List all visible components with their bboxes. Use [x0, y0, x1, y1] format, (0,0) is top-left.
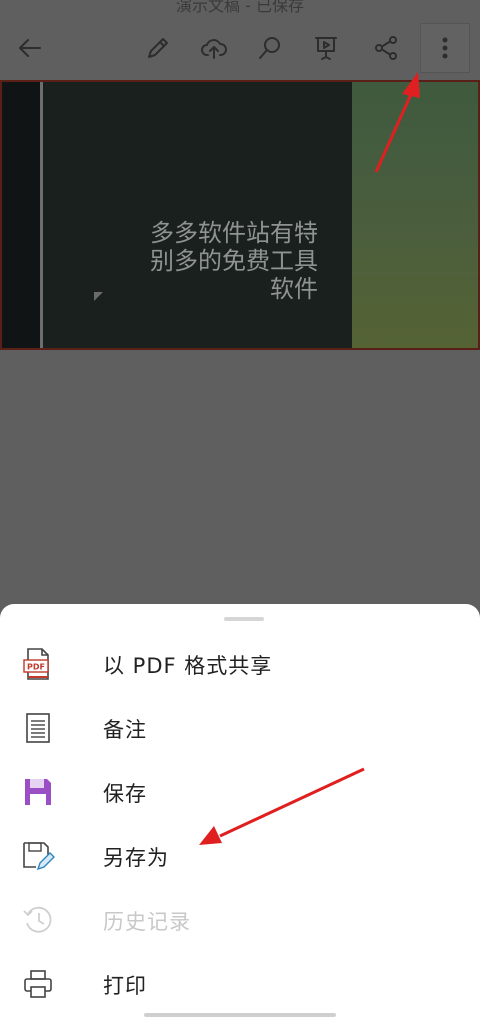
menu-item-label: 以 PDF 格式共享 [103, 654, 273, 678]
svg-text:PDF: PDF [27, 663, 45, 672]
pencil-icon [148, 38, 168, 58]
save-as-icon [20, 838, 56, 874]
share-button[interactable] [364, 26, 408, 70]
history-icon [20, 902, 56, 938]
present-button[interactable] [304, 26, 348, 70]
search-icon [259, 37, 280, 59]
slide-corner-mark [94, 292, 103, 301]
menu-item-label: 打印 [103, 974, 147, 998]
back-button[interactable] [8, 26, 52, 70]
document-title: 演示文稿 - 已保存 [176, 0, 304, 15]
menu-item-notes[interactable]: 备注 [0, 696, 480, 760]
upload-button[interactable] [192, 26, 236, 70]
menu-item-save[interactable]: 保存 [0, 760, 480, 824]
sheet-drag-handle[interactable] [224, 617, 264, 621]
notes-icon [20, 710, 56, 746]
menu-item-save-as[interactable]: 另存为 [0, 824, 480, 888]
edit-button[interactable] [136, 26, 180, 70]
menu-item-print[interactable]: 打印 [0, 952, 480, 1016]
menu-item-label: 另存为 [103, 846, 169, 870]
menu-item-label: 历史记录 [103, 910, 191, 934]
search-button[interactable] [248, 26, 292, 70]
slide-text-line-1: 多多软件站有特 [150, 219, 318, 247]
arrow-left-icon [19, 39, 41, 57]
bottom-sheet-menu: PDF 以 PDF 格式共享 备注 保存 另存为 历史记录 打印 [0, 604, 480, 1019]
slide-green-panel [352, 82, 478, 348]
save-icon [20, 774, 56, 810]
menu-item-label: 备注 [103, 718, 147, 742]
slide-text-line-3: 软件 [270, 275, 318, 303]
more-options-button[interactable] [420, 23, 470, 73]
menu-item-share-pdf[interactable]: PDF 以 PDF 格式共享 [0, 632, 480, 696]
slide-text: 多多软件站有特 别多的免费工具 软件 [122, 219, 318, 303]
slide-left-strip [2, 82, 40, 348]
share-icon [375, 36, 397, 60]
more-vertical-icon [442, 37, 448, 59]
menu-item-label: 保存 [103, 782, 147, 806]
menu-item-history: 历史记录 [0, 888, 480, 952]
slide-text-line-2: 别多的免费工具 [150, 247, 318, 275]
system-nav-handle[interactable] [144, 1013, 336, 1017]
slide-thumbnail[interactable]: 多多软件站有特 别多的免费工具 软件 [0, 80, 480, 350]
pdf-file-icon: PDF [20, 646, 56, 682]
printer-icon [20, 966, 56, 1002]
top-toolbar [0, 22, 480, 74]
presentation-icon [315, 37, 337, 60]
cloud-upload-icon [201, 39, 227, 59]
slide-main-area [43, 82, 352, 348]
